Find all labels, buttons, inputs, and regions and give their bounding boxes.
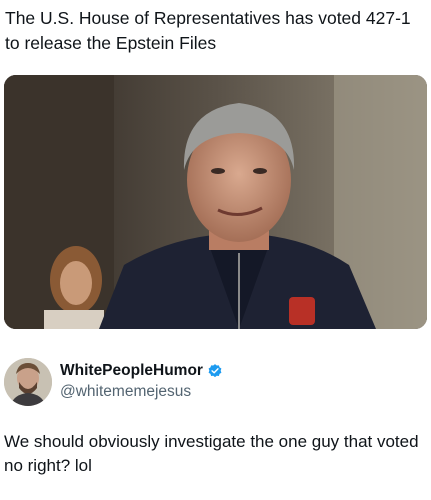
author-display-name[interactable]: WhitePeopleHumor <box>60 362 203 380</box>
headline-text: The U.S. House of Representatives has vo… <box>5 8 411 53</box>
verified-badge-icon <box>207 363 223 379</box>
author-handle[interactable]: @whitememejesus <box>60 383 191 401</box>
tweet-text: We should obviously investigate the one … <box>4 432 419 475</box>
news-photo[interactable] <box>4 75 427 329</box>
tweet-author[interactable]: WhitePeopleHumor @whitememejesus <box>4 358 424 408</box>
author-name-line[interactable]: WhitePeopleHumor <box>60 362 223 380</box>
profile-avatar[interactable] <box>4 358 52 406</box>
photo-illustration <box>4 75 427 329</box>
